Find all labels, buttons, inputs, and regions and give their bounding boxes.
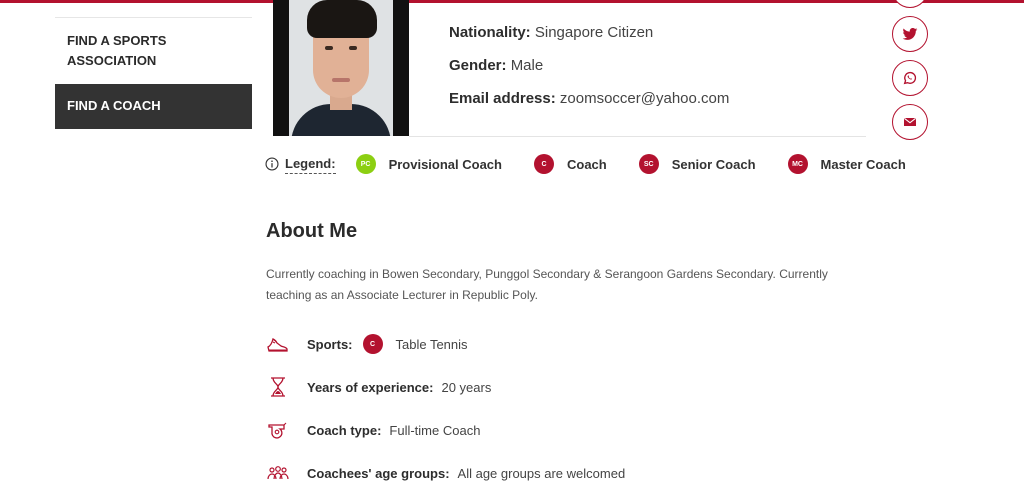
about-me-heading: About Me <box>266 220 358 242</box>
legend-label[interactable]: Legend: <box>285 155 336 174</box>
nationality-value: Singapore Citizen <box>534 24 654 41</box>
top-accent-line <box>0 0 1024 3</box>
group-of-people-icon <box>267 466 289 480</box>
senior-coach-badge: SC <box>638 154 659 174</box>
legend-item-label: Senior Coach <box>671 156 756 172</box>
gender-value: Male <box>510 57 544 74</box>
running-shoe-icon <box>267 338 288 352</box>
share-button[interactable] <box>892 0 928 8</box>
experience-label: Years of experience: <box>307 379 434 395</box>
experience-value: 20 years <box>441 379 492 395</box>
about-me-text: Currently coaching in Bowen Secondary, P… <box>266 267 828 302</box>
legend-item-senior-coach: SC Senior Coach <box>638 154 756 174</box>
email-icon <box>904 117 916 126</box>
master-coach-badge: MC <box>787 154 808 174</box>
sports-value: Table Tennis <box>395 336 468 352</box>
whatsapp-icon <box>903 71 917 85</box>
coach-profile-photo <box>273 0 409 136</box>
coach-level-legend: Legend: PC Provisional Coach C Coach SC … <box>265 153 938 175</box>
legend-item-provisional-coach: PC Provisional Coach <box>355 154 502 174</box>
twitter-share-button[interactable] <box>892 16 928 52</box>
info-icon <box>265 157 279 171</box>
age-groups-value: All age groups are welcomed <box>457 465 626 481</box>
email-share-button[interactable] <box>892 104 928 140</box>
sports-row: Sports: C Table Tennis <box>266 331 468 357</box>
whatsapp-share-button[interactable] <box>892 60 928 96</box>
legend-item-coach: C Coach <box>533 154 607 174</box>
gender-row: Gender: Male <box>449 55 729 77</box>
age-groups-row: Coachees' age groups: All age groups are… <box>266 460 625 486</box>
sidebar-item-label: FIND A COACH <box>67 98 161 113</box>
sidebar-item-find-coach[interactable]: FIND A COACH <box>55 84 252 129</box>
hourglass-icon <box>271 377 285 397</box>
coach-type-label: Coach type: <box>307 422 382 438</box>
nationality-label: Nationality: <box>449 24 531 41</box>
email-row: Email address: zoomsoccer@yahoo.com <box>449 88 729 110</box>
legend-item-master-coach: MC Master Coach <box>787 154 906 174</box>
divider <box>409 136 866 137</box>
nationality-row: Nationality: Singapore Citizen <box>449 22 729 44</box>
sidebar-item-find-sports-association[interactable]: FIND A SPORTS ASSOCIATION <box>55 17 252 84</box>
sports-label: Sports: <box>307 336 353 352</box>
email-value[interactable]: zoomsoccer@yahoo.com <box>560 90 729 107</box>
sidebar-item-label: FIND A SPORTS ASSOCIATION <box>67 33 167 68</box>
coach-level-badge: C <box>362 334 383 354</box>
email-label: Email address: <box>449 90 556 107</box>
legend-item-label: Coach <box>566 156 607 172</box>
coach-type-row: Coach type: Full-time Coach <box>266 417 480 443</box>
experience-row: Years of experience: 20 years <box>266 374 491 400</box>
legend-item-label: Master Coach <box>820 156 906 172</box>
coach-type-value: Full-time Coach <box>389 422 481 438</box>
coach-badge: C <box>533 154 554 174</box>
age-groups-label: Coachees' age groups: <box>307 465 450 481</box>
twitter-icon <box>902 28 918 40</box>
provisional-coach-badge: PC <box>355 154 376 174</box>
whistle-icon <box>268 422 287 439</box>
gender-label: Gender: <box>449 57 507 74</box>
legend-item-label: Provisional Coach <box>388 156 502 172</box>
profile-details: Nationality: Singapore Citizen Gender: M… <box>449 22 729 121</box>
sidebar: FIND A SPORTS ASSOCIATION FIND A COACH <box>55 17 252 129</box>
